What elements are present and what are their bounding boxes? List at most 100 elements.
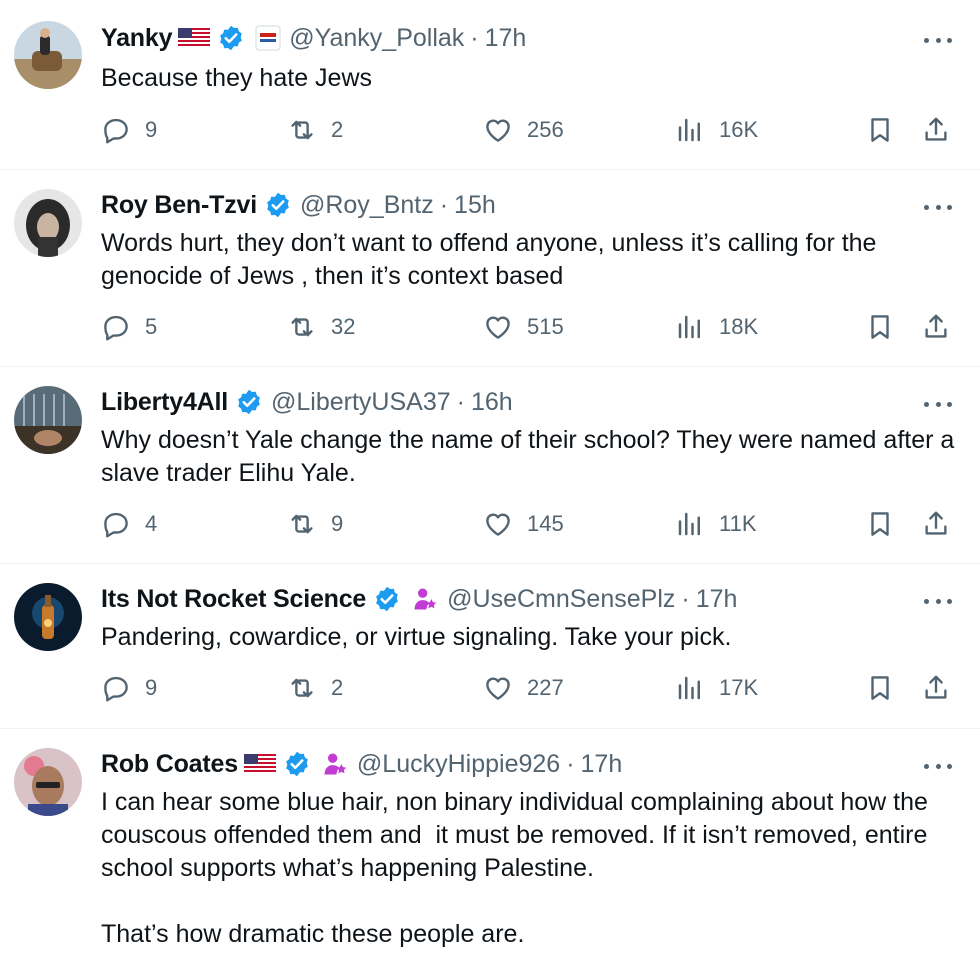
timestamp[interactable]: 17h (696, 585, 738, 614)
tweet-actions: 9 2 227 17K (101, 673, 961, 709)
share-button[interactable] (921, 673, 951, 703)
repost-button[interactable]: 32 (287, 312, 355, 342)
tweet-text: Words hurt, they don’t want to offend an… (101, 229, 884, 290)
tweet[interactable]: Liberty4All @LibertyUSA37 · 16h Why does… (0, 367, 980, 564)
user-handle[interactable]: @LuckyHippie926 (357, 750, 560, 779)
views-count: 17K (719, 675, 759, 700)
heart-icon (486, 119, 510, 142)
avatar[interactable] (14, 583, 82, 651)
verified-badge-icon[interactable] (235, 388, 263, 416)
reply-count: 5 (145, 314, 158, 339)
person-star-emoji-icon (321, 750, 349, 778)
views-button[interactable]: 16K (675, 115, 758, 145)
reply-button[interactable]: 4 (101, 509, 157, 539)
repost-count: 32 (331, 314, 356, 339)
avatar[interactable] (14, 21, 82, 89)
share-button[interactable] (921, 115, 951, 145)
separator-dot: · (470, 23, 479, 52)
tweet-text: Because they hate Jews (101, 64, 372, 92)
more-options-icon[interactable] (924, 197, 952, 217)
repost-button[interactable]: 2 (287, 115, 343, 145)
heart-icon (486, 513, 510, 536)
tweet-text: Why doesn’t Yale change the name of thei… (101, 426, 962, 487)
display-name[interactable]: Yanky (101, 24, 172, 53)
timestamp[interactable]: 16h (471, 388, 513, 417)
repost-count: 2 (331, 117, 344, 142)
more-options-icon[interactable] (924, 756, 952, 776)
share-button[interactable] (921, 312, 951, 342)
verified-badge-icon[interactable] (264, 191, 292, 219)
views-button[interactable]: 11K (675, 509, 757, 539)
display-name[interactable]: Its Not Rocket Science (101, 585, 366, 614)
reply-count: 4 (145, 511, 158, 536)
tweet-text: I can hear some blue hair, non binary in… (101, 788, 928, 948)
bookmark-button[interactable] (865, 673, 895, 703)
like-button[interactable]: 145 (483, 509, 564, 539)
repost-count: 9 (331, 511, 344, 536)
display-name[interactable]: Roy Ben-Tzvi (101, 191, 257, 220)
person-star-emoji-icon (411, 585, 439, 613)
like-button[interactable]: 515 (483, 312, 564, 342)
tweet-actions: 9 2 256 16K (101, 115, 961, 151)
views-chart-icon (678, 676, 700, 700)
tweet[interactable]: Yanky @Yanky_Pollak · 17h Because they h… (0, 0, 980, 170)
avatar[interactable] (14, 748, 82, 816)
share-icon (925, 117, 947, 141)
repost-icon (291, 514, 313, 534)
repost-icon (291, 120, 313, 140)
views-count: 18K (719, 314, 759, 339)
separator-dot: · (681, 584, 690, 613)
tweet[interactable]: Roy Ben-Tzvi @Roy_Bntz · 15h Words hurt,… (0, 170, 980, 367)
bookmark-icon (871, 315, 889, 339)
verified-badge-icon[interactable] (217, 24, 245, 52)
bookmark-button[interactable] (865, 509, 895, 539)
share-icon (925, 511, 947, 535)
display-name[interactable]: Rob Coates (101, 750, 238, 779)
bookmark-button[interactable] (865, 115, 895, 145)
share-button[interactable] (921, 509, 951, 539)
user-handle[interactable]: @UseCmnSensePlz (447, 585, 675, 614)
views-button[interactable]: 18K (675, 312, 758, 342)
views-count: 16K (719, 117, 759, 142)
reply-button[interactable]: 9 (101, 115, 157, 145)
tweet[interactable]: Its Not Rocket Science @UseCmnSensePlz ·… (0, 564, 980, 729)
avatar[interactable] (14, 386, 82, 454)
repost-button[interactable]: 2 (287, 673, 343, 703)
views-chart-icon (678, 118, 700, 142)
more-options-icon[interactable] (924, 30, 952, 50)
like-button[interactable]: 227 (483, 673, 564, 703)
heart-icon (486, 316, 510, 339)
like-button[interactable]: 256 (483, 115, 564, 145)
timestamp[interactable]: 17h (485, 24, 527, 53)
views-button[interactable]: 17K (675, 673, 758, 703)
bookmark-icon (871, 512, 889, 536)
user-handle[interactable]: @LibertyUSA37 (271, 388, 451, 417)
reply-icon (104, 118, 128, 144)
repost-button[interactable]: 9 (287, 509, 343, 539)
bookmark-button[interactable] (865, 312, 895, 342)
like-count: 515 (527, 314, 564, 339)
more-options-icon[interactable] (924, 591, 952, 611)
views-count: 11K (719, 511, 757, 536)
user-handle[interactable]: @Yanky_Pollak (289, 24, 464, 53)
like-count: 145 (527, 511, 564, 536)
reply-button[interactable]: 9 (101, 673, 157, 703)
tweet-actions: 4 9 145 11K (101, 509, 961, 545)
user-handle[interactable]: @Roy_Bntz (300, 191, 434, 220)
tweet-header: Rob Coates @LuckyHippie926 · 17h (101, 748, 622, 780)
verified-badge-icon[interactable] (283, 750, 311, 778)
avatar[interactable] (14, 189, 82, 257)
timestamp[interactable]: 15h (454, 191, 496, 220)
like-count: 256 (527, 117, 564, 142)
like-count: 227 (527, 675, 564, 700)
reply-icon (104, 315, 128, 341)
verified-badge-icon[interactable] (373, 585, 401, 613)
tweet[interactable]: Rob Coates @LuckyHippie926 · 17h I can h… (0, 729, 980, 972)
reply-button[interactable]: 5 (101, 312, 157, 342)
timestamp[interactable]: 17h (581, 750, 623, 779)
display-name[interactable]: Liberty4All (101, 388, 228, 417)
more-options-icon[interactable] (924, 394, 952, 414)
reply-count: 9 (145, 675, 158, 700)
affiliate-news-badge-icon[interactable] (255, 25, 281, 51)
tweet-header: Liberty4All @LibertyUSA37 · 16h (101, 386, 513, 418)
